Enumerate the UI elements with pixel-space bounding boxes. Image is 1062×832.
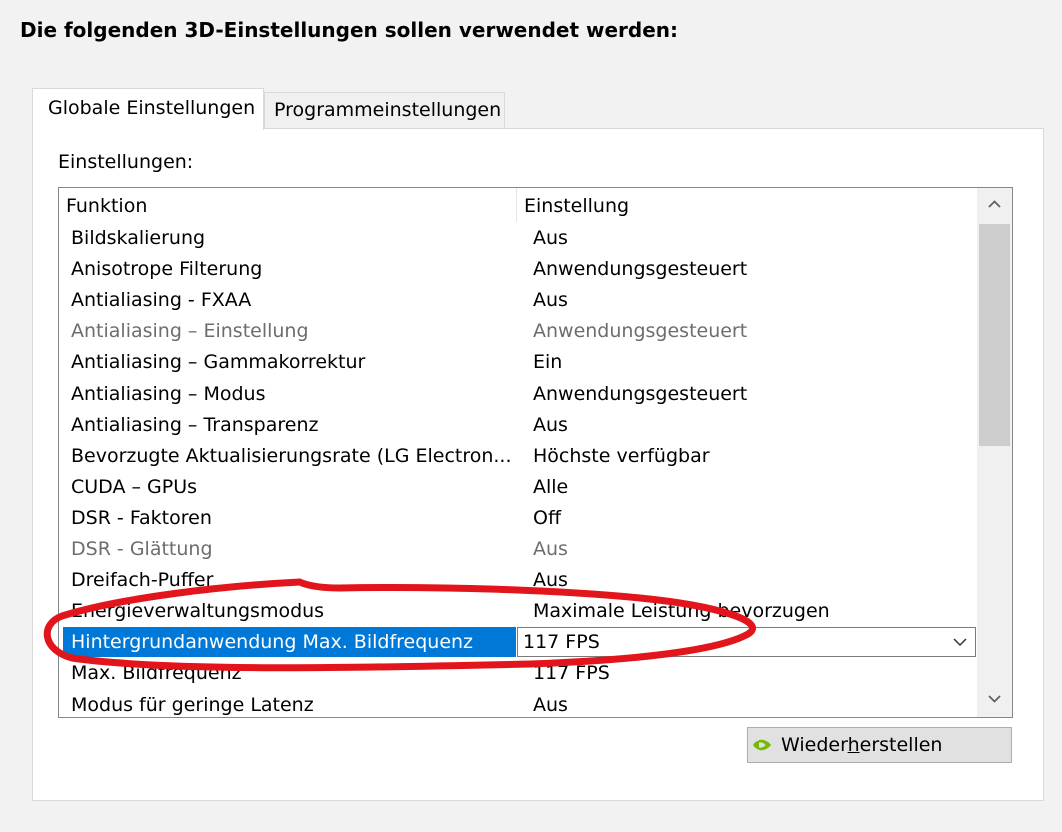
row-setting: Aus [533, 569, 568, 592]
list-header: Funktion Einstellung [59, 188, 976, 222]
row-feature: Anisotrope Filterung [71, 258, 263, 281]
row-feature: Dreifach-Puffer [71, 569, 214, 592]
list-row[interactable]: CUDA – GPUs Alle [59, 472, 976, 503]
list-row[interactable]: Antialiasing - FXAA Aus [59, 285, 976, 316]
row-setting: Alle [533, 475, 569, 498]
row-feature: Modus für geringe Latenz [71, 693, 314, 716]
restore-button-label: Wiederherstellen [781, 734, 943, 756]
row-setting: Off [533, 506, 562, 529]
settings-list[interactable]: Funktion Einstellung Bildskalierung Aus An… [58, 187, 1013, 718]
setting-dropdown[interactable]: 117 FPS [517, 627, 976, 658]
row-setting: Aus [533, 693, 568, 716]
list-row-selected[interactable]: Hintergrundanwendung Max. Bildfrequenz 11… [59, 627, 976, 658]
row-feature: Antialiasing - FXAA [71, 289, 252, 312]
selection-highlight: Hintergrundanwendung Max. Bildfrequenz [63, 627, 516, 658]
row-setting: Anwendungsgesteuert [533, 320, 748, 343]
chevron-down-icon[interactable] [953, 636, 967, 648]
list-row[interactable]: Bevorzugte Aktualisierungsrate (LG Elect… [59, 441, 976, 472]
column-header-function[interactable]: Funktion [66, 195, 147, 217]
row-setting: 117 FPS [533, 662, 610, 685]
dropdown-value: 117 FPS [523, 631, 600, 654]
list-row[interactable]: Antialiasing – Transparenz Aus [59, 410, 976, 441]
row-setting: Aus [533, 289, 568, 312]
row-feature: Bevorzugte Aktualisierungsrate (LG Elect… [71, 444, 512, 467]
row-setting: Anwendungsgesteuert [533, 382, 748, 405]
list-row[interactable]: Antialiasing – Modus Anwendungsgesteuert [59, 379, 976, 410]
scroll-up-button[interactable] [977, 188, 1012, 222]
row-feature: Antialiasing – Einstellung [71, 320, 309, 343]
list-row[interactable]: Energieverwaltungsmodus Maximale Leistung… [59, 596, 976, 627]
column-divider[interactable] [516, 188, 517, 222]
scrollbar-thumb[interactable] [979, 224, 1010, 446]
list-row[interactable]: Bildskalierung Aus [59, 223, 976, 254]
vertical-scrollbar[interactable] [977, 188, 1012, 717]
restore-defaults-button[interactable]: Wiederherstellen [747, 727, 1012, 763]
row-feature: Hintergrundanwendung Max. Bildfrequenz [71, 631, 474, 654]
row-setting: Aus [533, 227, 568, 249]
list-row[interactable]: Max. Bildfrequenz 117 FPS [59, 658, 976, 689]
row-feature: Antialiasing – Modus [71, 382, 266, 405]
column-header-setting[interactable]: Einstellung [524, 195, 629, 217]
list-row[interactable]: Antialiasing – Gammakorrektur Ein [59, 347, 976, 378]
list-row[interactable]: Modus für geringe Latenz Aus [59, 690, 976, 718]
row-feature: Antialiasing – Transparenz [71, 413, 319, 436]
page-heading: Die folgenden 3D-Einstellungen sollen ve… [20, 18, 679, 42]
row-setting: Maximale Leistung bevorzugen [533, 600, 830, 623]
row-setting: Anwendungsgesteuert [533, 258, 748, 281]
scroll-up-arrow-icon [988, 200, 1001, 208]
scroll-down-arrow-icon [988, 695, 1001, 703]
list-row[interactable]: Antialiasing – Einstellung Anwendungsgest… [59, 316, 976, 347]
row-feature: DSR - Faktoren [71, 506, 212, 529]
row-feature: CUDA – GPUs [71, 475, 198, 498]
row-setting: Aus [533, 538, 568, 560]
list-row[interactable]: Anisotrope Filterung Anwendungsgesteuert [59, 254, 976, 285]
nvidia-logo-icon [753, 739, 771, 751]
row-setting: Ein [533, 351, 563, 374]
row-feature: Energieverwaltungsmodus [71, 600, 325, 623]
tab-global-settings[interactable]: Globale Einstellungen [32, 88, 264, 130]
settings-label: Einstellungen: [58, 151, 194, 173]
list-row[interactable]: Dreifach-Puffer Aus [59, 565, 976, 596]
row-feature: Antialiasing – Gammakorrektur [71, 351, 366, 374]
row-feature: Bildskalierung [71, 227, 206, 249]
row-setting: Aus [533, 413, 568, 436]
row-setting: Höchste verfügbar [533, 444, 710, 467]
list-row[interactable]: DSR - Glättung Aus [59, 534, 976, 565]
row-feature: Max. Bildfrequenz [71, 662, 242, 685]
list-row[interactable]: DSR - Faktoren Off [59, 503, 976, 534]
scroll-down-button[interactable] [977, 683, 1012, 717]
row-feature: DSR - Glättung [71, 538, 213, 560]
tab-program-settings[interactable]: Programmeinstellungen [264, 92, 505, 128]
